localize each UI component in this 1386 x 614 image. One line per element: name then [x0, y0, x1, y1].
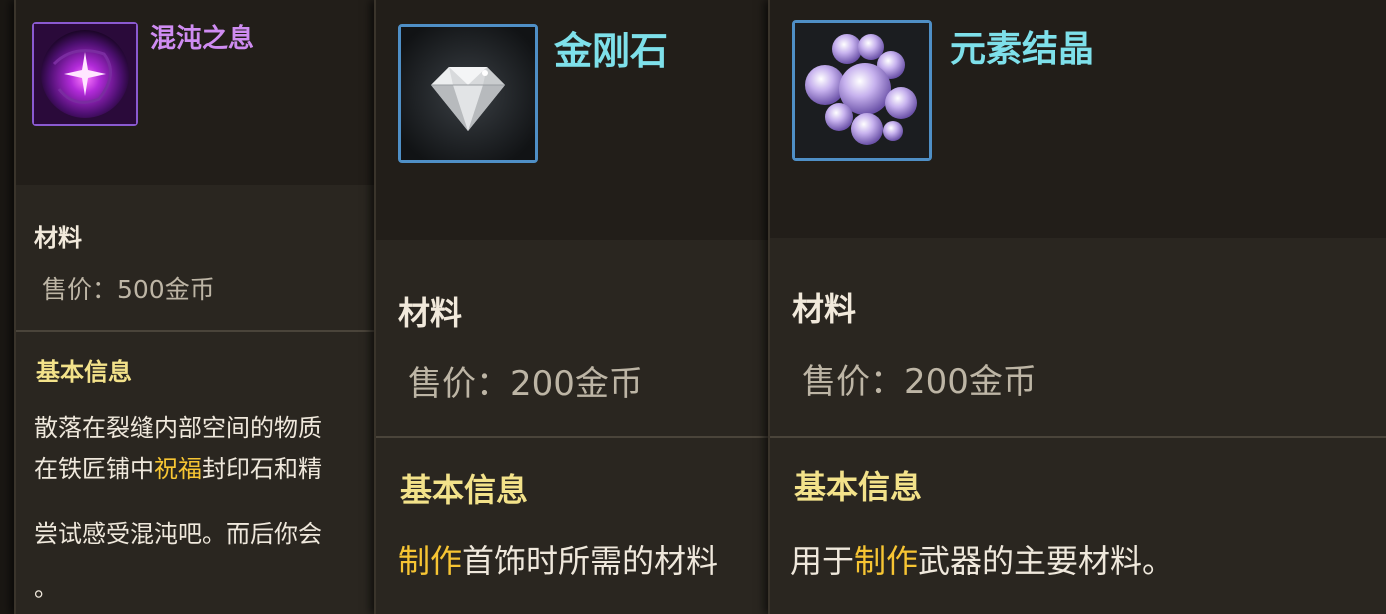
item-price: 售价：500金币 [42, 275, 215, 304]
item-tooltip-chaos-breath: 混沌之息 材料 售价：500金币 基本信息 散落在裂缝内部空间的物质 在铁匠铺中… [14, 0, 386, 614]
item-name: 混沌之息 [150, 24, 255, 54]
description-text: 首饰时所需的材料 [462, 542, 719, 580]
item-icon-frame [32, 22, 138, 126]
item-name: 金刚石 [554, 29, 669, 73]
description-line: 尝试感受混沌吧。而后你会 [34, 520, 322, 548]
diamond-icon [401, 27, 535, 160]
item-type: 材料 [398, 294, 463, 332]
description-line: 散落在裂缝内部空间的物质 [34, 414, 322, 442]
item-price: 售价：200金币 [802, 362, 1037, 402]
description-highlight: 制作 [854, 542, 919, 580]
item-type: 材料 [792, 290, 857, 328]
description-line: 。 [34, 574, 58, 602]
item-tooltip-element-crystal: 元素结晶 材料 售价：200金币 基本信息 用于制作武器的主要材料。 [768, 0, 1386, 614]
item-name: 元素结晶 [950, 29, 1095, 70]
description-text: 在铁匠铺中 [34, 455, 154, 483]
description-highlight: 制作 [398, 542, 463, 580]
item-icon-frame [398, 24, 538, 163]
description-line: 制作首饰时所需的材料 [398, 536, 718, 582]
element-crystal-icon [795, 23, 929, 158]
divider [770, 436, 1386, 438]
item-type: 材料 [34, 224, 82, 252]
description-text: 用于 [790, 542, 855, 580]
chaos-orb-icon [34, 24, 136, 124]
item-tooltip-diamond: 金刚石 材料 售价：200金币 基本信息 制作首饰时所需的材料 [374, 0, 770, 614]
divider [16, 330, 386, 332]
section-title-basic-info: 基本信息 [36, 358, 132, 386]
item-icon-frame [792, 20, 932, 161]
description-line: 用于制作武器的主要材料。 [790, 536, 1174, 582]
description-text: 封印石和精 [202, 455, 322, 483]
section-title-basic-info: 基本信息 [794, 468, 923, 506]
item-price: 售价：200金币 [408, 364, 643, 404]
description-line: 在铁匠铺中祝福封印石和精 [34, 449, 322, 484]
description-highlight: 祝福 [154, 455, 202, 483]
description-text: 武器的主要材料。 [918, 542, 1175, 580]
divider [376, 436, 770, 438]
section-title-basic-info: 基本信息 [400, 471, 529, 509]
